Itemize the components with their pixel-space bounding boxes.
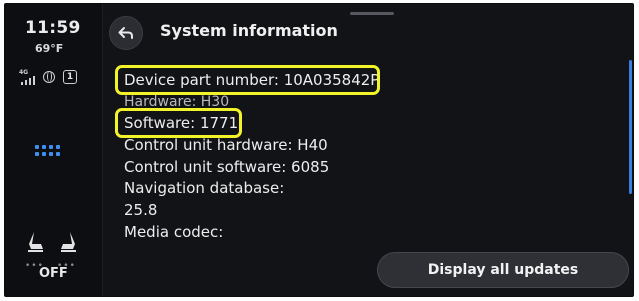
seat-heat-right-icon[interactable] [57,230,79,258]
apps-grid-icon[interactable] [35,145,67,159]
scrollbar[interactable] [629,60,632,194]
signal-icon [21,75,39,85]
highlight-device-part-number [115,65,380,95]
navigation-database-label: Navigation database: [124,179,285,197]
notification-badge[interactable]: 1 [63,70,77,84]
display-all-updates-button[interactable]: Display all updates [377,252,629,288]
navigation-database-value: 25.8 [124,201,158,219]
status-icons: 4G 1 [19,69,99,87]
sidebar: 11:59 69°F 4G 1 ••• ••• OFF [5,4,102,296]
sidebar-divider [102,4,103,296]
control-unit-hardware: Control unit hardware: H40 [124,136,328,154]
control-unit-software: Control unit software: 6085 [124,158,330,176]
highlight-software [115,108,242,138]
media-codec: Media codec: [124,223,224,241]
page-title: System information [160,21,338,40]
outside-temperature: 69°F [35,42,64,55]
back-button[interactable] [109,16,143,50]
seat-heat-status: OFF [39,266,68,281]
seat-heat-left-icon[interactable] [25,230,47,258]
clock: 11:59 [25,18,81,38]
drag-handle[interactable] [350,12,394,15]
globe-icon [43,71,55,83]
infotainment-screen: 11:59 69°F 4G 1 ••• ••• OFF System infor… [4,3,634,297]
back-arrow-icon [118,27,133,39]
